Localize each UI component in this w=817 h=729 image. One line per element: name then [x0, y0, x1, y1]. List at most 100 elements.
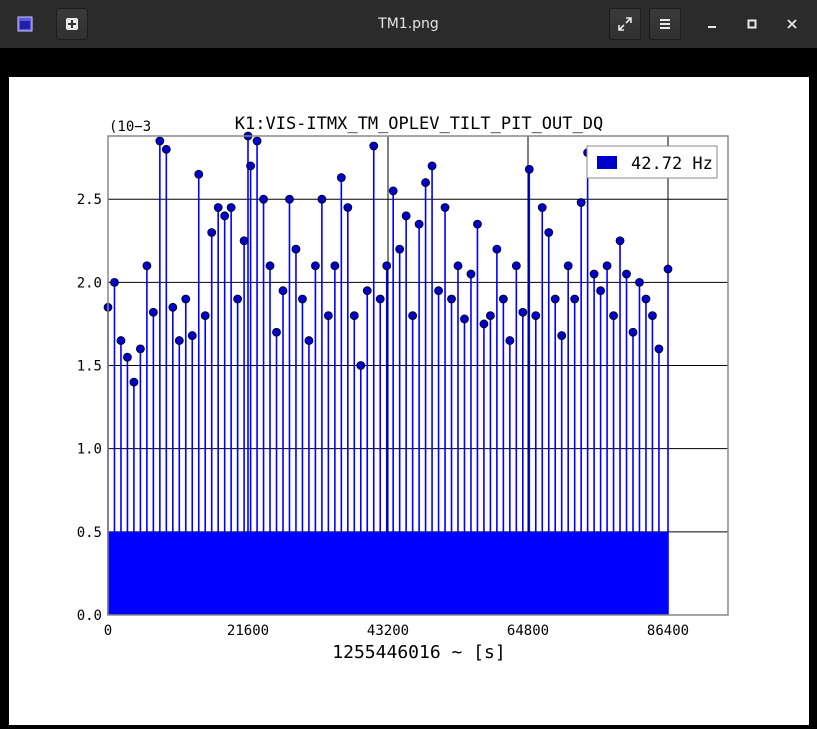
- series-marker: [440, 203, 450, 212]
- y-tick-labels: 0.0 0.5 1.0 1.5 2.0 2.5: [77, 192, 102, 624]
- plus-icon: [66, 18, 78, 30]
- series-marker: [136, 344, 145, 354]
- series-marker: [498, 294, 508, 304]
- series-marker: [317, 194, 327, 204]
- series-marker: [356, 361, 366, 370]
- series-marker: [486, 311, 495, 321]
- series-marker: [531, 311, 541, 321]
- series-marker: [129, 377, 139, 387]
- series-marker: [537, 203, 547, 212]
- series-marker: [304, 336, 314, 345]
- series-marker: [161, 144, 171, 154]
- menu-button[interactable]: [649, 8, 681, 40]
- series-marker: [239, 236, 249, 246]
- y-tick-label: 2.5: [77, 192, 102, 208]
- series-marker: [343, 203, 353, 212]
- series-marker: [168, 302, 178, 312]
- series-marker: [492, 244, 502, 254]
- series-marker: [544, 228, 554, 237]
- y-exponent-label: (10−3: [109, 119, 151, 135]
- series-marker: [226, 203, 236, 212]
- x-tick-label: 64800: [507, 623, 549, 639]
- series-marker: [330, 261, 340, 271]
- close-icon: [787, 19, 797, 29]
- y-tick-label: 1.5: [77, 359, 102, 375]
- series-marker: [401, 211, 411, 221]
- series-marker: [298, 294, 307, 304]
- series-marker: [233, 294, 243, 304]
- series-marker: [434, 286, 443, 296]
- series-marker: [563, 261, 573, 271]
- series-marker: [453, 261, 463, 271]
- series-marker: [259, 194, 268, 204]
- series-marker: [285, 194, 294, 204]
- close-button[interactable]: [782, 14, 802, 34]
- series-marker: [187, 331, 197, 340]
- legend-swatch: [597, 156, 617, 169]
- legend: 42.72 Hz: [586, 145, 718, 179]
- minimize-icon: [708, 26, 716, 28]
- series-marker: [557, 331, 567, 340]
- series-marker: [466, 269, 476, 279]
- x-tick-label: 86400: [647, 623, 689, 639]
- series-marker: [213, 203, 223, 212]
- title-bar: TM1.png: [0, 0, 817, 49]
- series-marker: [663, 264, 673, 274]
- series-marker: [641, 294, 651, 304]
- series-marker: [648, 311, 657, 321]
- series-marker: [447, 294, 456, 304]
- series-marker: [181, 294, 191, 304]
- series-marker: [265, 261, 275, 271]
- series-marker: [382, 261, 392, 271]
- series-marker: [414, 219, 424, 229]
- series-marker: [473, 219, 482, 229]
- minimize-button[interactable]: [702, 14, 722, 34]
- series-marker: [246, 161, 255, 171]
- legend-series-name: 42.72 Hz: [631, 154, 713, 174]
- x-axis-label: 1255446016 ~ [s]: [332, 642, 505, 663]
- image-viewport[interactable]: K1:VIS-ITMX_TM_OPLEV_TILT_PIT_OUT_DQ (10…: [0, 48, 817, 725]
- series-marker: [427, 161, 437, 171]
- series-marker: [116, 336, 126, 345]
- y-tick-label: 0.5: [77, 525, 102, 541]
- series-marker: [123, 352, 132, 362]
- y-tick-label: 0.0: [77, 608, 102, 624]
- expand-icon: [618, 17, 632, 31]
- series-marker: [524, 164, 534, 174]
- hamburger-icon: [660, 19, 670, 29]
- series-marker: [207, 228, 217, 237]
- x-tick-label: 21600: [227, 623, 269, 639]
- x-tick-label: 0: [104, 623, 112, 639]
- fullscreen-button[interactable]: [609, 8, 641, 40]
- series-marker: [155, 136, 165, 146]
- series-marker: [609, 311, 618, 321]
- new-tab-button[interactable]: [56, 8, 88, 40]
- y-tick-label: 1.0: [77, 442, 102, 458]
- series-marker: [505, 336, 515, 345]
- image-canvas: K1:VIS-ITMX_TM_OPLEV_TILT_PIT_OUT_DQ (10…: [9, 77, 809, 725]
- image-viewer-app-icon: [17, 16, 33, 32]
- series-marker: [362, 286, 372, 296]
- maximize-button[interactable]: [742, 14, 762, 34]
- series-marker: [622, 269, 631, 279]
- series-marker: [311, 261, 320, 271]
- maximize-icon: [747, 19, 757, 29]
- series-marker: [388, 186, 398, 196]
- x-tick-labels: 0 21600 43200 64800 86400: [104, 623, 689, 639]
- series-marker: [479, 319, 489, 329]
- series-marker: [654, 344, 664, 354]
- series-marker: [220, 211, 230, 221]
- window-title: TM1.png: [378, 16, 439, 32]
- series-marker: [596, 286, 605, 296]
- series-marker: [369, 141, 379, 151]
- series-marker: [518, 307, 528, 317]
- series-marker: [291, 244, 301, 254]
- chart-title: K1:VIS-ITMX_TM_OPLEV_TILT_PIT_OUT_DQ: [235, 114, 603, 134]
- y-tick-label: 2.0: [77, 275, 102, 291]
- series-marker: [278, 286, 288, 296]
- series-marker: [421, 178, 430, 187]
- series-marker: [550, 294, 560, 304]
- series-marker: [602, 261, 612, 271]
- series-marker: [615, 236, 625, 246]
- series-marker: [148, 307, 158, 317]
